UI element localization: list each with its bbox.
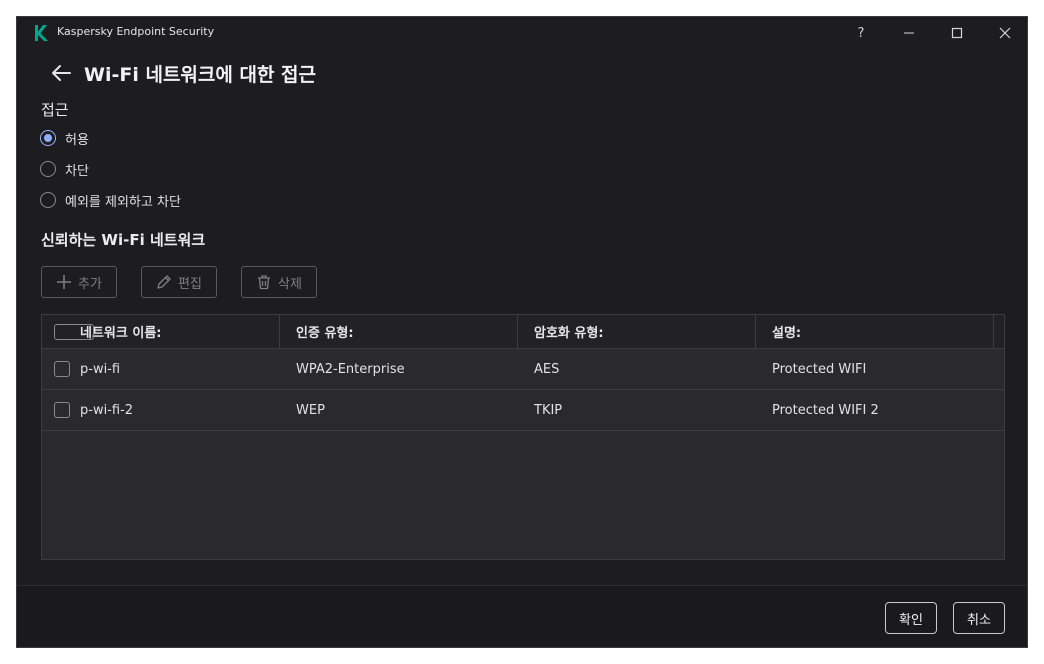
cell-description: Protected WIFI 2 — [772, 402, 879, 418]
ok-button[interactable]: 확인 — [885, 602, 937, 634]
maximize-icon — [951, 27, 963, 39]
access-block-radio[interactable]: 차단 — [40, 159, 89, 179]
back-arrow-icon[interactable] — [49, 61, 73, 85]
cell-network-name: p-wi-fi — [80, 361, 121, 377]
cell-encryption-type: AES — [534, 361, 560, 377]
plus-icon — [57, 275, 72, 289]
radio-label: 차단 — [65, 163, 89, 179]
column-header-encryption[interactable]: 암호화 유형: — [518, 315, 756, 348]
cancel-button[interactable]: 취소 — [953, 602, 1005, 634]
edit-button-label: 편집 — [178, 276, 202, 292]
row-checkbox[interactable] — [54, 361, 70, 377]
delete-button-label: 삭제 — [278, 276, 302, 292]
maximize-button[interactable] — [933, 17, 981, 49]
table-header: 네트워크 이름: 인증 유형: 암호화 유형: 설명: — [42, 315, 1004, 349]
cell-description: Protected WIFI — [772, 361, 867, 377]
radio-label: 예외를 제외하고 차단 — [65, 194, 181, 210]
column-header-filler — [994, 315, 1005, 348]
page-title: Wi-Fi 네트워크에 대한 접근 — [84, 64, 317, 86]
select-all-checkbox[interactable] — [54, 324, 94, 340]
kaspersky-logo-icon — [35, 25, 48, 41]
column-header-name[interactable]: 네트워크 이름: — [42, 315, 280, 348]
cell-encryption-type: TKIP — [534, 402, 563, 418]
trusted-networks-title: 신뢰하는 Wi-Fi 네트워크 — [41, 231, 206, 249]
dialog-footer: 확인 취소 — [17, 585, 1027, 647]
minimize-icon — [904, 32, 914, 34]
delete-button[interactable]: 삭제 — [241, 266, 317, 298]
column-header-description[interactable]: 설명: — [756, 315, 994, 348]
trusted-networks-table: 네트워크 이름: 인증 유형: 암호화 유형: 설명: p-wi-fi WPA2… — [41, 314, 1005, 560]
access-block-except-radio[interactable]: 예외를 제외하고 차단 — [40, 190, 181, 210]
cell-network-name: p-wi-fi-2 — [80, 402, 134, 418]
column-header-auth[interactable]: 인증 유형: — [280, 315, 518, 348]
close-button[interactable] — [981, 17, 1027, 49]
cell-auth-type: WPA2-Enterprise — [296, 361, 405, 377]
app-window: Kaspersky Endpoint Security ? Wi-Fi 네트워크… — [16, 16, 1028, 648]
radio-label: 허용 — [65, 132, 89, 148]
access-allow-radio[interactable]: 허용 — [40, 128, 89, 148]
app-title: Kaspersky Endpoint Security — [57, 25, 215, 38]
table-row[interactable]: p-wi-fi WPA2-Enterprise AES Protected WI… — [42, 349, 1004, 390]
access-section-title: 접근 — [41, 101, 69, 119]
add-button[interactable]: 추가 — [41, 266, 117, 298]
radio-button-selected[interactable] — [40, 130, 56, 146]
radio-button[interactable] — [40, 192, 56, 208]
help-button[interactable]: ? — [837, 17, 885, 49]
trash-icon — [258, 275, 271, 290]
close-icon — [999, 27, 1011, 39]
table-row[interactable]: p-wi-fi-2 WEP TKIP Protected WIFI 2 — [42, 390, 1004, 431]
row-checkbox[interactable] — [54, 402, 70, 418]
pencil-icon — [157, 275, 171, 289]
edit-button[interactable]: 편집 — [141, 266, 217, 298]
cell-auth-type: WEP — [296, 402, 325, 418]
add-button-label: 추가 — [78, 276, 102, 292]
title-bar: Kaspersky Endpoint Security ? — [17, 17, 1027, 49]
minimize-button[interactable] — [885, 17, 933, 49]
radio-button[interactable] — [40, 161, 56, 177]
